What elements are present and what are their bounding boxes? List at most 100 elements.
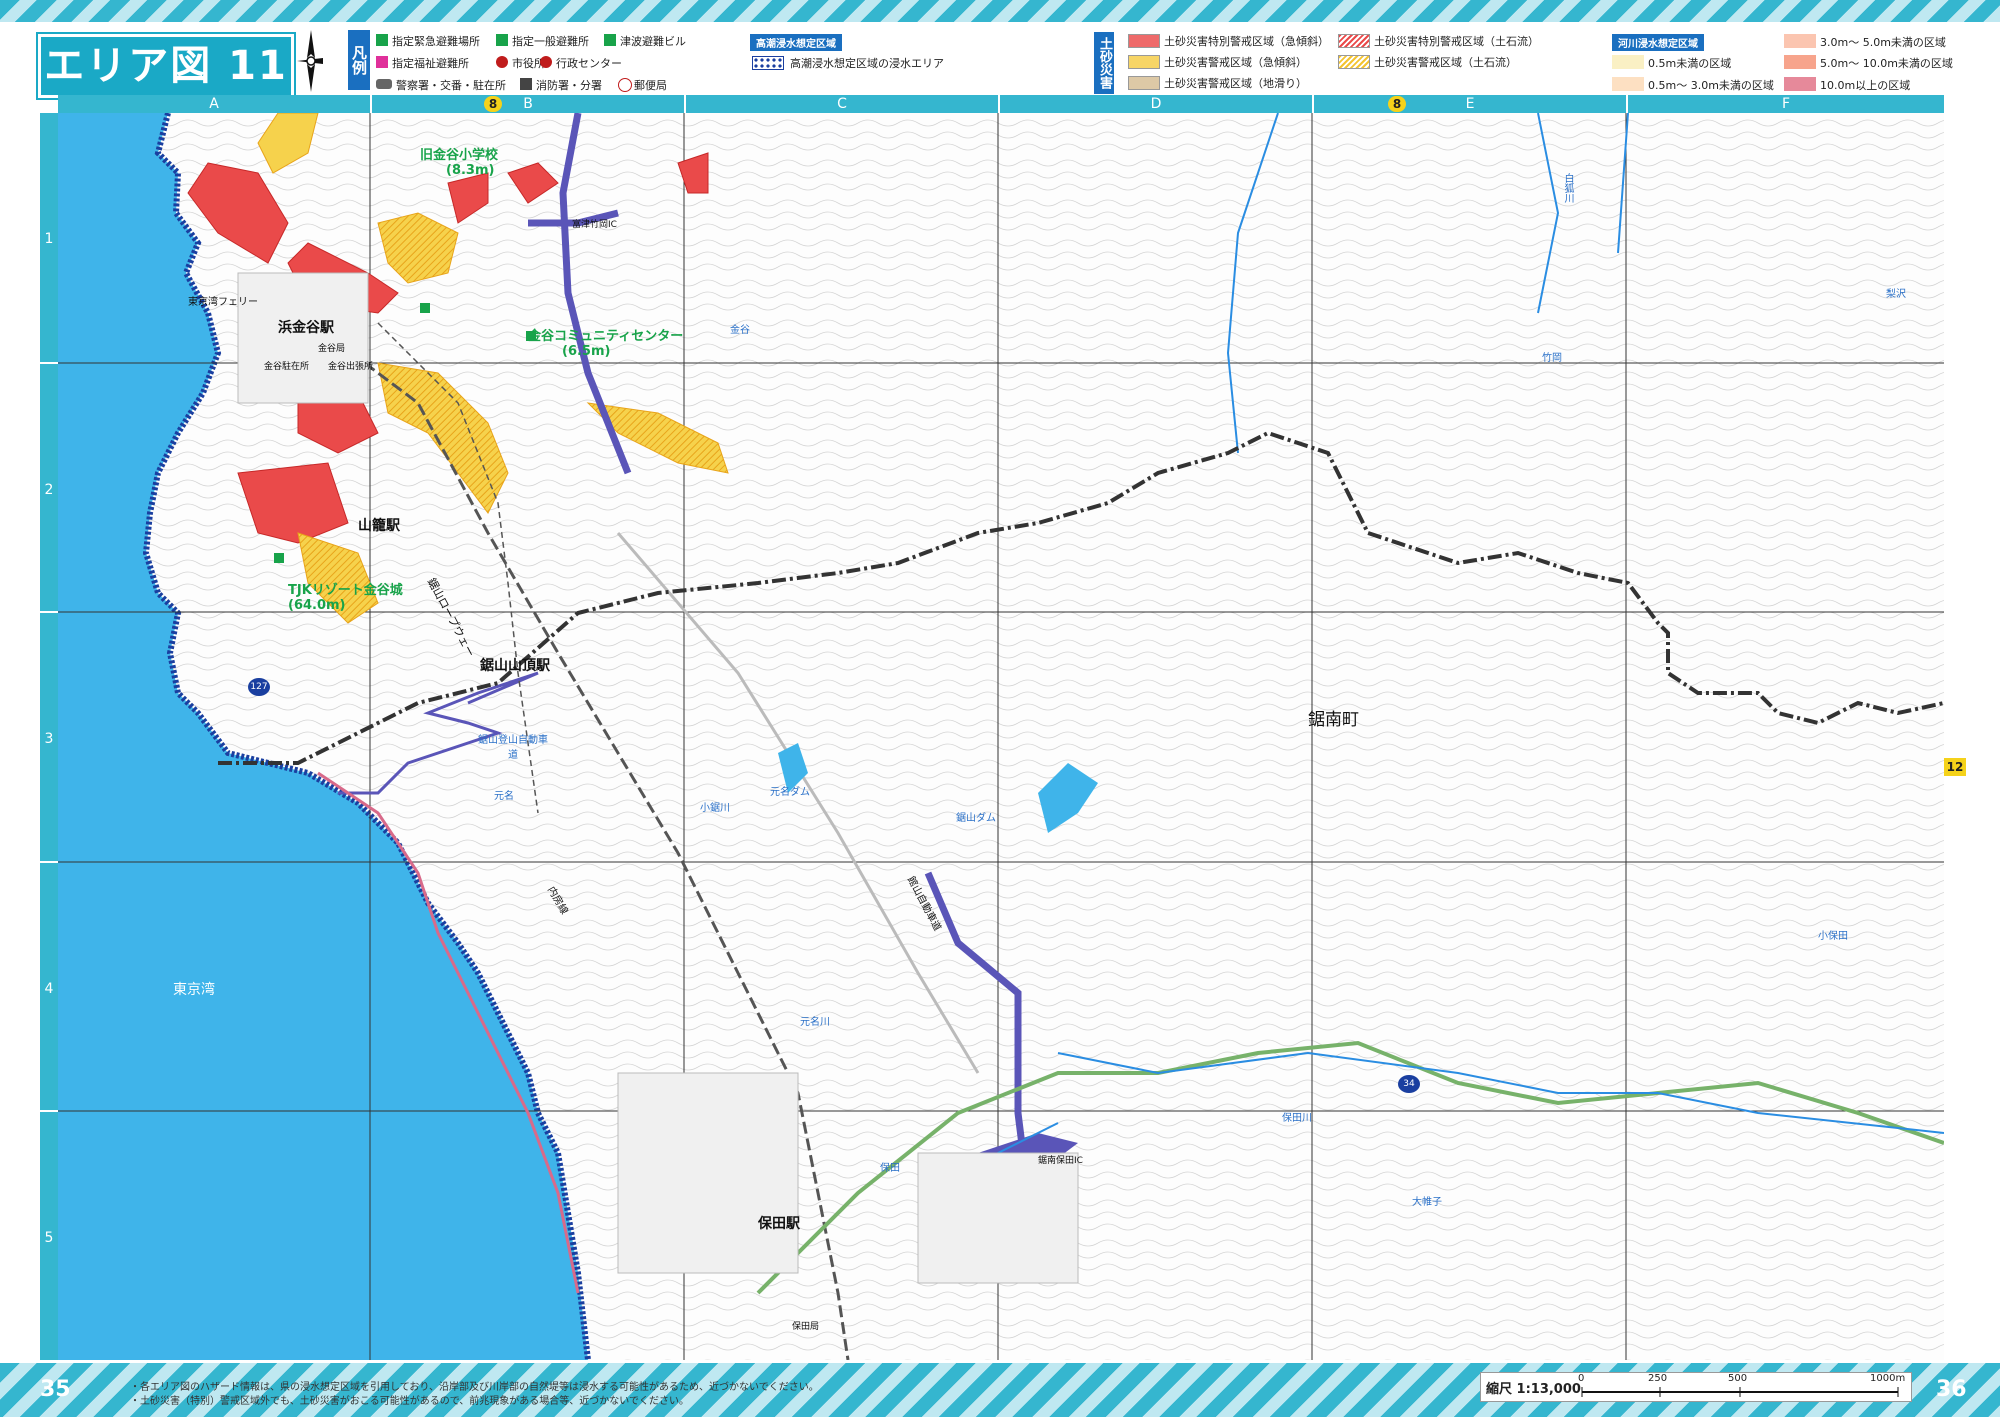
legend-item: 5.0m～ 10.0m未満の区域: [1820, 57, 1953, 70]
place-label: 小保田: [1818, 931, 1848, 942]
north-arrow-icon: [297, 30, 323, 92]
legend-item: 土砂災害特別警戒区域（土石流）: [1374, 35, 1539, 48]
adjacent-page-badge[interactable]: 12: [1944, 758, 1966, 776]
scale-tick: 250: [1648, 1373, 1668, 1384]
legend-item: 土砂災害特別警戒区域（急傾斜）: [1164, 35, 1329, 48]
river-label: 保田川: [1282, 1113, 1312, 1124]
row-label: 4: [44, 981, 54, 997]
row-label: 3: [44, 731, 54, 747]
shelter-label: 旧金谷小学校 (8.3m): [420, 148, 498, 178]
river-label: 小鋸川: [700, 803, 730, 814]
sea-label: 東京湾: [173, 982, 215, 998]
place-label: 金谷: [730, 325, 750, 336]
kasen-tag: 河川浸水想定区域: [1612, 34, 1704, 51]
shelter-name: 金谷コミュニティセンター: [528, 329, 684, 344]
legend-item: 行政センター: [556, 57, 622, 70]
row-label: 2: [44, 482, 54, 498]
row-header-4: 4: [40, 863, 58, 1110]
scale-tick: 500: [1728, 1373, 1748, 1384]
swatch-river-0-05: [1612, 55, 1644, 69]
swatch-special-steep: [1128, 34, 1160, 48]
station-label: 保田駅: [758, 1216, 800, 1232]
legend-tag: 凡例: [348, 30, 370, 90]
swatch-warning-debris: [1338, 55, 1370, 69]
shelter-name: TJKリゾート金谷城: [288, 583, 403, 598]
legend-item: 郵便局: [634, 79, 667, 92]
shelter-elevation: (8.3m): [446, 163, 495, 178]
swatch-special-debris: [1338, 34, 1370, 48]
col-header-f: F: [1628, 95, 1944, 113]
dam-label: 鋸山ダム: [956, 813, 996, 824]
swatch-river-10plus: [1784, 77, 1816, 91]
shelter-elevation: (64.0m): [288, 598, 346, 613]
station-label: 山籠駅: [358, 518, 400, 534]
row-header-5: 5: [40, 1112, 58, 1360]
row-label: 1: [44, 231, 54, 247]
legend-post-icon: [618, 78, 632, 92]
col-header-c: C: [686, 95, 998, 113]
map-graphic: [58, 113, 1944, 1360]
scale-tick: 0: [1578, 1373, 1585, 1384]
map-canvas[interactable]: 浜金谷駅 山籠駅 鋸山山頂駅 保田駅 旧金谷小学校 (8.3m) 金谷コミュニテ…: [58, 113, 1944, 1360]
swatch-river-05-3: [1612, 77, 1644, 91]
legend-item: 0.5m未満の区域: [1648, 57, 1732, 70]
dosha-tag: 土砂災害: [1094, 32, 1114, 94]
place-label: 梨沢: [1886, 289, 1906, 300]
scale-bar: [1581, 1387, 1899, 1397]
legend-evac-shelter-icon: [496, 34, 508, 46]
legend-item: 10.0m以上の区域: [1820, 79, 1911, 92]
swatch-river-5-10: [1784, 55, 1816, 69]
row-label: 5: [44, 1230, 54, 1246]
river-label: 白狐川: [1562, 173, 1573, 203]
ic-label: 富津竹岡IC: [572, 220, 617, 230]
shelter-label: 金谷コミュニティセンター (6.5m): [528, 329, 683, 359]
legend-item: 土砂災害警戒区域（地滑り）: [1164, 77, 1307, 90]
road-label: 鋸山登山自動車道: [478, 735, 548, 761]
ic-label: 鋸南保田IC: [1038, 1156, 1083, 1166]
page-number-right: 36: [1936, 1377, 1967, 1402]
station-label: 鋸山山頂駅: [480, 658, 550, 674]
dam-label: 元名ダム: [770, 787, 810, 798]
ferry-label: 東京湾フェリー: [188, 297, 258, 308]
swatch-warning-landslide: [1128, 76, 1160, 90]
shelter-marker-icon[interactable]: [420, 303, 430, 313]
legend-item: 3.0m～ 5.0m未満の区域: [1820, 36, 1946, 49]
legend-admin-center-icon: [540, 56, 552, 68]
col-header-a: A: [58, 95, 370, 113]
area-title: エリア図 11: [38, 34, 294, 98]
river-label: 元名川: [800, 1017, 830, 1028]
footer-note: ・土砂災害（特別）警戒区域外でも、土砂災害がおこる可能性があるので、前兆現象があ…: [130, 1396, 689, 1407]
scale-tick: 1000m: [1870, 1373, 1906, 1384]
legend-item: 津波避難ビル: [620, 35, 686, 48]
place-label: 元名: [494, 791, 514, 802]
shelter-marker-icon[interactable]: [526, 331, 536, 341]
route-shield: 127: [248, 678, 270, 696]
col-header-d: D: [1000, 95, 1312, 113]
shelter-label: TJKリゾート金谷城 (64.0m): [288, 583, 403, 613]
legend-item: 警察署・交番・駐在所: [396, 79, 506, 92]
legend-police-icon: [376, 79, 392, 89]
takashio-tag: 高潮浸水想定区域: [750, 34, 842, 51]
police-label: 金谷駐在所: [264, 362, 310, 372]
page-number-left: 35: [40, 1377, 71, 1402]
post-office-label: 金谷局: [318, 344, 346, 354]
office-label: 金谷出張所: [328, 362, 374, 372]
post-office-label: 保田局: [792, 1322, 820, 1332]
col-header-b: B: [372, 95, 684, 113]
station-label: 浜金谷駅: [278, 320, 334, 336]
route-badge: 8: [1388, 96, 1406, 112]
legend-fire-icon: [520, 78, 532, 90]
shelter-marker-icon[interactable]: [274, 553, 284, 563]
legend-item: 指定緊急避難場所: [392, 35, 480, 48]
legend-item: 指定福祉避難所: [392, 57, 469, 70]
legend-item: 土砂災害警戒区域（急傾斜）: [1164, 56, 1307, 69]
legend-tsunami-building-icon: [604, 34, 616, 46]
place-label: 竹岡: [1542, 353, 1562, 364]
legend-item: 消防署・分署: [536, 79, 602, 92]
route-badge: 8: [484, 96, 502, 112]
legend-item: 土砂災害警戒区域（土石流）: [1374, 56, 1517, 69]
scale-label: 縮尺 1:13,000: [1486, 1382, 1581, 1397]
town-label: 鋸南町: [1308, 710, 1359, 730]
legend-item: 指定一般避難所: [512, 35, 589, 48]
swatch-river-3-5: [1784, 34, 1816, 48]
